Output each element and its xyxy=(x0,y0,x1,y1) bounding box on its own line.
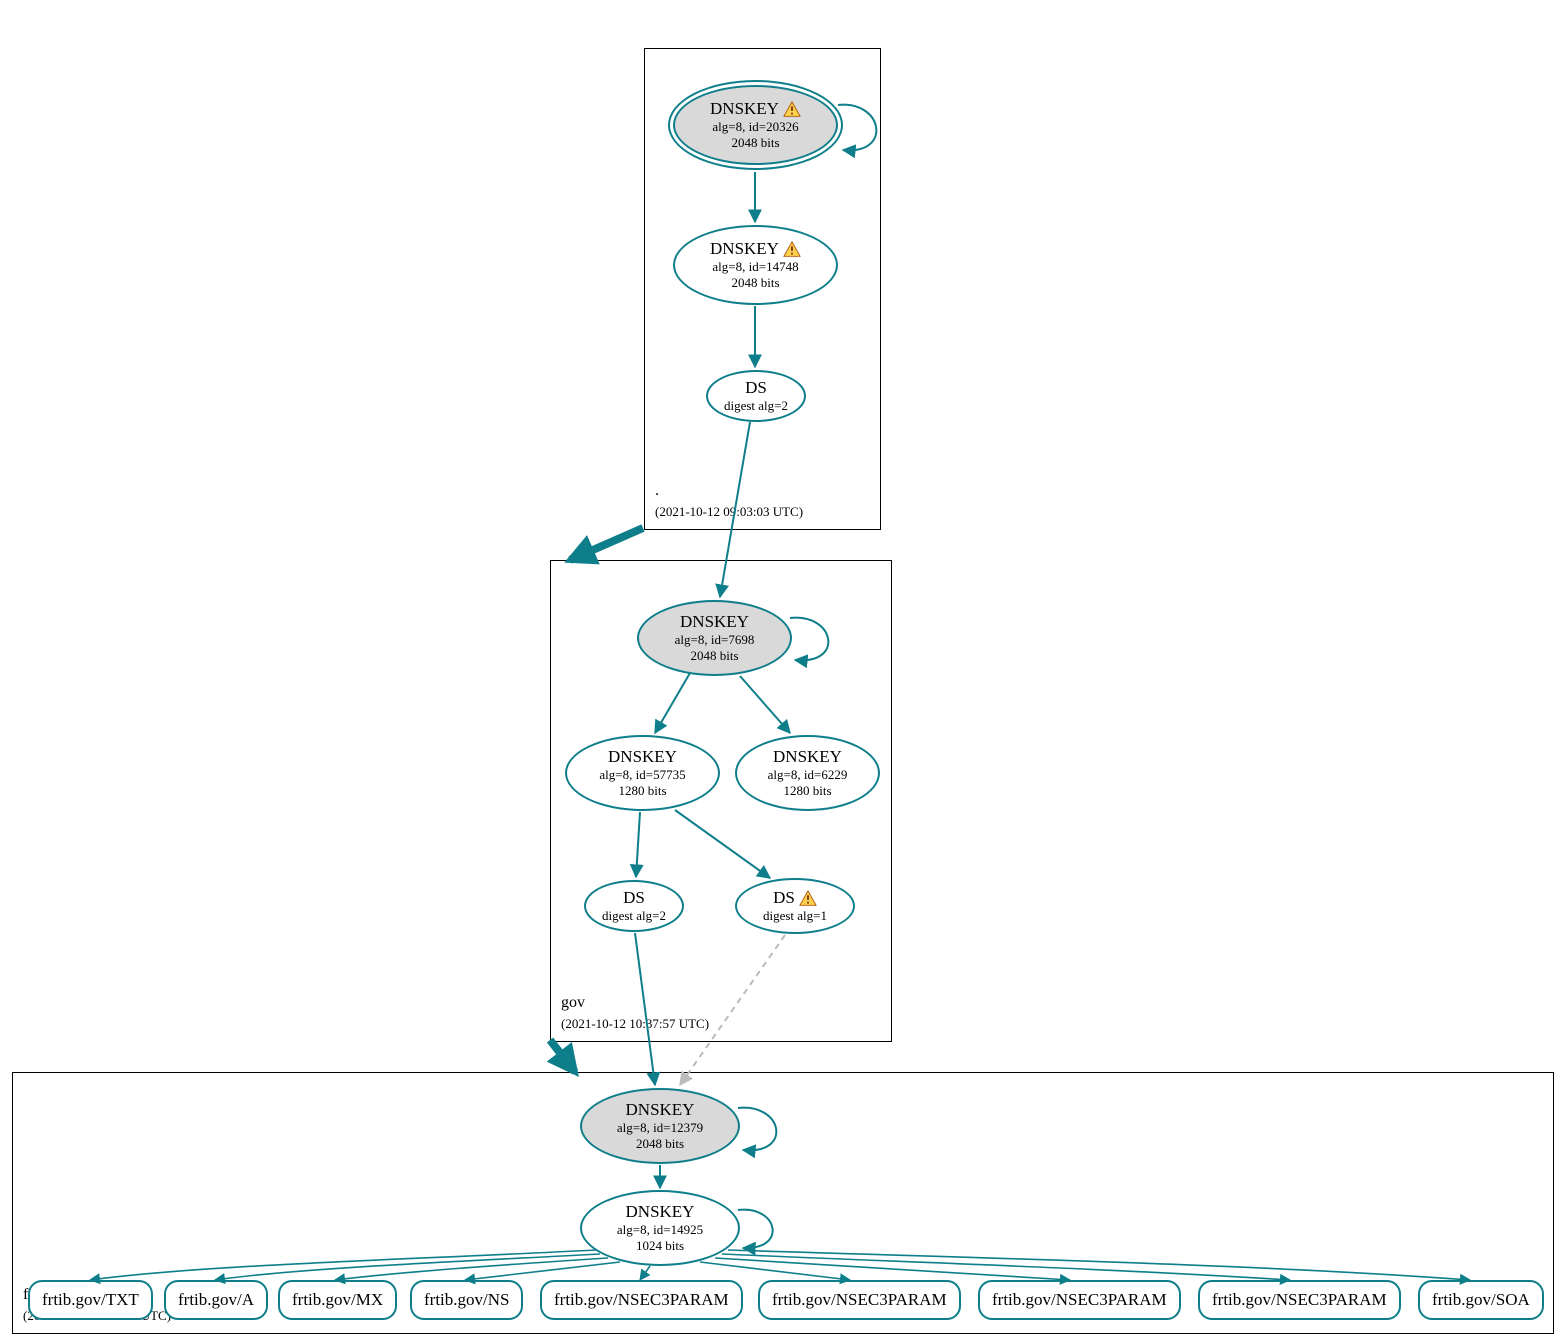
node-gov-zsk1: DNSKEY alg=8, id=57735 1280 bits xyxy=(565,735,720,811)
node-frtib-zsk: DNSKEY alg=8, id=14925 1024 bits xyxy=(580,1190,740,1266)
zone-gov-label: gov xyxy=(561,994,585,1011)
node-frtib-zsk-sub2: 1024 bits xyxy=(636,1238,684,1254)
node-root-ksk-title: DNSKEY xyxy=(710,99,779,119)
node-gov-zsk1-sub2: 1280 bits xyxy=(618,783,666,799)
node-gov-ds1: DS digest alg=1 xyxy=(735,878,855,934)
node-gov-ds1-sub1: digest alg=1 xyxy=(763,908,827,924)
rr-a-label: frtib.gov/A xyxy=(178,1290,254,1310)
node-gov-ds2-title: DS xyxy=(623,888,645,908)
rr-mx-label: frtib.gov/MX xyxy=(292,1290,383,1310)
zone-root-timestamp: (2021-10-12 09:03:03 UTC) xyxy=(655,504,803,519)
node-gov-zsk2-sub1: alg=8, id=6229 xyxy=(768,767,848,783)
node-root-zsk-sub1: alg=8, id=14748 xyxy=(712,259,798,275)
edge-delegation-root-gov xyxy=(570,528,643,560)
node-gov-ds1-title: DS xyxy=(773,888,795,908)
node-gov-ksk-sub1: alg=8, id=7698 xyxy=(675,632,755,648)
node-gov-ksk-title: DNSKEY xyxy=(680,612,749,632)
node-frtib-ksk-title: DNSKEY xyxy=(626,1100,695,1120)
rr-txt: frtib.gov/TXT xyxy=(28,1280,153,1320)
rr-ns: frtib.gov/NS xyxy=(410,1280,523,1320)
node-root-ksk: DNSKEY alg=8, id=20326 2048 bits xyxy=(673,85,838,165)
rr-n3p1-label: frtib.gov/NSEC3PARAM xyxy=(554,1290,729,1310)
zone-gov-timestamp: (2021-10-12 10:37:57 UTC) xyxy=(561,1016,709,1031)
rr-soa-label: frtib.gov/SOA xyxy=(1432,1290,1530,1310)
node-gov-zsk1-sub1: alg=8, id=57735 xyxy=(599,767,685,783)
edge-delegation-gov-frtib xyxy=(550,1040,575,1072)
rr-a: frtib.gov/A xyxy=(164,1280,268,1320)
node-frtib-zsk-title: DNSKEY xyxy=(626,1202,695,1222)
node-root-zsk-sub2: 2048 bits xyxy=(731,275,779,291)
node-gov-ksk: DNSKEY alg=8, id=7698 2048 bits xyxy=(637,600,792,676)
rr-n3p2: frtib.gov/NSEC3PARAM xyxy=(758,1280,961,1320)
rr-txt-label: frtib.gov/TXT xyxy=(42,1290,139,1310)
node-root-ds: DS digest alg=2 xyxy=(706,370,806,422)
node-root-ksk-sub2: 2048 bits xyxy=(731,135,779,151)
rr-n3p4-label: frtib.gov/NSEC3PARAM xyxy=(1212,1290,1387,1310)
node-root-ksk-sub1: alg=8, id=20326 xyxy=(712,119,798,135)
node-frtib-zsk-sub1: alg=8, id=14925 xyxy=(617,1222,703,1238)
node-gov-ds2: DS digest alg=2 xyxy=(584,880,684,932)
rr-soa: frtib.gov/SOA xyxy=(1418,1280,1544,1320)
rr-n3p4: frtib.gov/NSEC3PARAM xyxy=(1198,1280,1401,1320)
rr-n3p2-label: frtib.gov/NSEC3PARAM xyxy=(772,1290,947,1310)
rr-n3p3-label: frtib.gov/NSEC3PARAM xyxy=(992,1290,1167,1310)
node-gov-zsk2-title: DNSKEY xyxy=(773,747,842,767)
node-root-ds-title: DS xyxy=(745,378,767,398)
rr-mx: frtib.gov/MX xyxy=(278,1280,397,1320)
node-gov-zsk2: DNSKEY alg=8, id=6229 1280 bits xyxy=(735,735,880,811)
warning-icon xyxy=(783,101,801,117)
zone-root-label: . xyxy=(655,482,659,499)
node-root-zsk: DNSKEY alg=8, id=14748 2048 bits xyxy=(673,225,838,305)
node-gov-ds2-sub1: digest alg=2 xyxy=(602,908,666,924)
node-frtib-ksk: DNSKEY alg=8, id=12379 2048 bits xyxy=(580,1088,740,1164)
rr-ns-label: frtib.gov/NS xyxy=(424,1290,509,1310)
warning-icon xyxy=(799,890,817,906)
node-gov-zsk2-sub2: 1280 bits xyxy=(783,783,831,799)
node-gov-ksk-sub2: 2048 bits xyxy=(690,648,738,664)
warning-icon xyxy=(783,241,801,257)
rr-n3p3: frtib.gov/NSEC3PARAM xyxy=(978,1280,1181,1320)
rr-n3p1: frtib.gov/NSEC3PARAM xyxy=(540,1280,743,1320)
node-frtib-ksk-sub1: alg=8, id=12379 xyxy=(617,1120,703,1136)
node-root-zsk-title: DNSKEY xyxy=(710,239,779,259)
node-gov-zsk1-title: DNSKEY xyxy=(608,747,677,767)
node-root-ds-sub1: digest alg=2 xyxy=(724,398,788,414)
node-frtib-ksk-sub2: 2048 bits xyxy=(636,1136,684,1152)
